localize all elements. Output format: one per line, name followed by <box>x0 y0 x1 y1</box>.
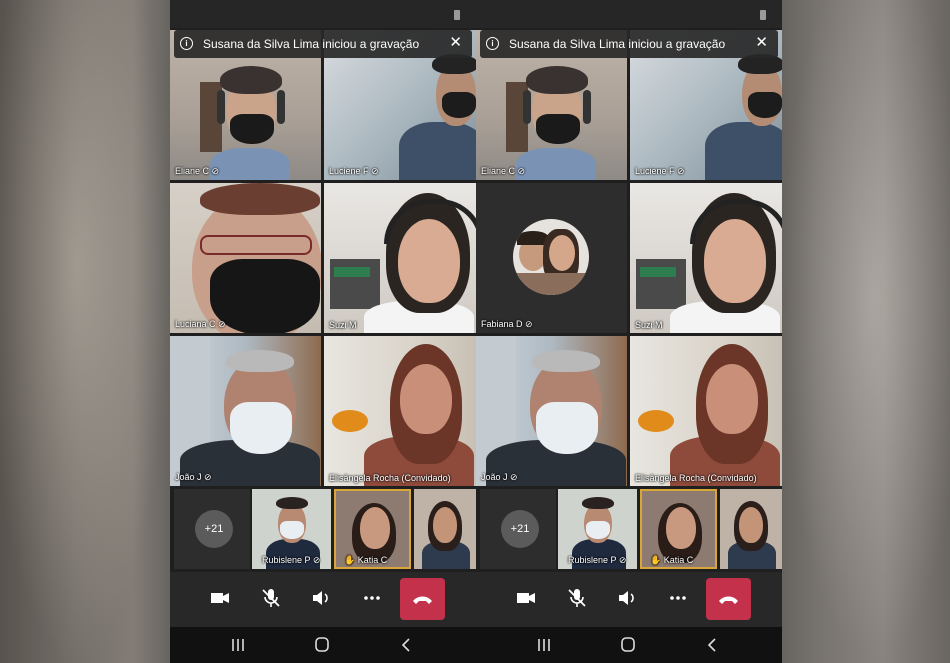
phone-screenshot-left: Eliane C ⊘ Luciene F ⊘ Luciana C ⊘ Suzi … <box>170 0 476 663</box>
hand-icon: ✋ <box>650 555 664 565</box>
mic-off-icon: ⊘ <box>522 319 533 329</box>
mic-off-icon: ⊘ <box>674 166 685 176</box>
recording-notice-text: Susana da Silva Lima iniciou a gravação <box>203 37 420 51</box>
participant-name: Luciana C <box>175 319 216 329</box>
android-nav-bar <box>476 627 782 663</box>
participant-name: João J <box>175 472 202 482</box>
background-blur-right <box>780 0 950 663</box>
speaker-icon[interactable] <box>309 586 337 612</box>
mic-off-icon: ⊘ <box>368 166 379 176</box>
video-tile-rubislene[interactable]: Rubislene P ⊘ <box>558 489 637 569</box>
battery-icon <box>760 10 766 20</box>
camera-icon[interactable] <box>514 586 542 612</box>
hangup-button[interactable] <box>706 578 751 620</box>
video-tile-katia[interactable]: ✋ Katia C <box>334 489 411 569</box>
mic-off-icon: ⊘ <box>215 319 226 329</box>
video-tile-unnamed[interactable] <box>414 489 476 569</box>
mic-off-icon: ⊘ <box>515 166 526 176</box>
mic-off-icon: ⊘ <box>507 472 518 482</box>
video-tile-elisangela[interactable]: Elisângela Rocha (Convidado) <box>324 336 476 486</box>
participant-name: Katia C <box>663 555 694 565</box>
overflow-count: +21 <box>195 510 233 548</box>
participant-strip: +21 Rubislene P ⊘ ✋ Katia C <box>476 489 782 569</box>
participant-name: Rubislene P <box>262 555 311 565</box>
status-bar <box>170 0 476 28</box>
participant-name: Elisângela Rocha (Convidado) <box>635 473 757 483</box>
mic-off-icon: ⊘ <box>616 555 627 565</box>
participant-name: Luciene F <box>635 166 675 176</box>
hangup-button[interactable] <box>400 578 445 620</box>
participant-strip: +21 Rubislene P ⊘ ✋ Katia C <box>170 489 476 569</box>
participant-name: Katia C <box>357 555 388 565</box>
hangup-icon <box>719 596 738 604</box>
video-tile-suzi[interactable]: Suzi M <box>324 183 476 333</box>
video-tile-luciana[interactable]: Luciana C ⊘ <box>170 183 321 333</box>
video-tile-suzi[interactable]: Suzi M <box>630 183 782 333</box>
participant-name: Fabiana D <box>481 319 523 329</box>
recording-notice: i Susana da Silva Lima iniciou a gravaçã… <box>480 30 778 58</box>
phone-screenshot-right: Eliane C ⊘ Luciene F ⊘ Fabiana D ⊘ Suzi … <box>476 0 782 663</box>
mic-off-icon[interactable] <box>259 586 287 612</box>
mic-off-icon: ⊘ <box>310 555 321 565</box>
back-icon[interactable] <box>395 636 419 654</box>
video-tile-joao[interactable]: João J ⊘ <box>476 336 627 486</box>
recording-notice-text: Susana da Silva Lima iniciou a gravação <box>509 37 726 51</box>
home-icon[interactable] <box>310 636 334 654</box>
hand-icon: ✋ <box>344 555 358 565</box>
background-blur-left <box>0 0 170 663</box>
home-icon[interactable] <box>616 636 640 654</box>
hangup-icon <box>413 596 432 604</box>
call-controls <box>476 572 782 627</box>
mic-off-icon: ⊘ <box>209 166 220 176</box>
video-tile-elisangela[interactable]: Elisângela Rocha (Convidado) <box>630 336 782 486</box>
overflow-participants[interactable]: +21 <box>174 489 250 569</box>
avatar <box>513 219 589 295</box>
video-tile-fabiana[interactable]: Fabiana D ⊘ <box>476 183 627 333</box>
status-bar <box>476 0 782 28</box>
participant-name: Eliane C <box>175 166 210 176</box>
video-tile-rubislene[interactable]: Rubislene P ⊘ <box>252 489 331 569</box>
call-controls <box>170 572 476 627</box>
battery-icon <box>454 10 460 20</box>
back-icon[interactable] <box>701 636 725 654</box>
camera-icon[interactable] <box>208 586 236 612</box>
android-nav-bar <box>170 627 476 663</box>
participant-name: Elisângela Rocha (Convidado) <box>329 473 451 483</box>
speaker-icon[interactable] <box>615 586 643 612</box>
video-tile-unnamed[interactable] <box>720 489 782 569</box>
video-tile-katia[interactable]: ✋ Katia C <box>640 489 717 569</box>
video-tile-joao[interactable]: João J ⊘ <box>170 336 321 486</box>
info-icon: i <box>180 37 193 50</box>
participant-name: Luciene F <box>329 166 369 176</box>
participant-name: Eliane C <box>481 166 516 176</box>
recent-apps-icon[interactable] <box>226 636 250 654</box>
participant-name: Suzi M <box>329 320 357 330</box>
more-icon[interactable] <box>666 586 694 612</box>
mic-off-icon: ⊘ <box>201 472 212 482</box>
participant-name: João J <box>481 472 508 482</box>
close-icon[interactable]: ✕ <box>449 34 462 52</box>
more-icon[interactable] <box>360 586 388 612</box>
recent-apps-icon[interactable] <box>532 636 556 654</box>
overflow-participants[interactable]: +21 <box>480 489 556 569</box>
participant-name: Suzi M <box>635 320 663 330</box>
overflow-count: +21 <box>501 510 539 548</box>
mic-off-icon[interactable] <box>565 586 593 612</box>
close-icon[interactable]: ✕ <box>755 34 768 52</box>
participant-name: Rubislene P <box>568 555 617 565</box>
info-icon: i <box>486 37 499 50</box>
recording-notice: i Susana da Silva Lima iniciou a gravaçã… <box>174 30 472 58</box>
